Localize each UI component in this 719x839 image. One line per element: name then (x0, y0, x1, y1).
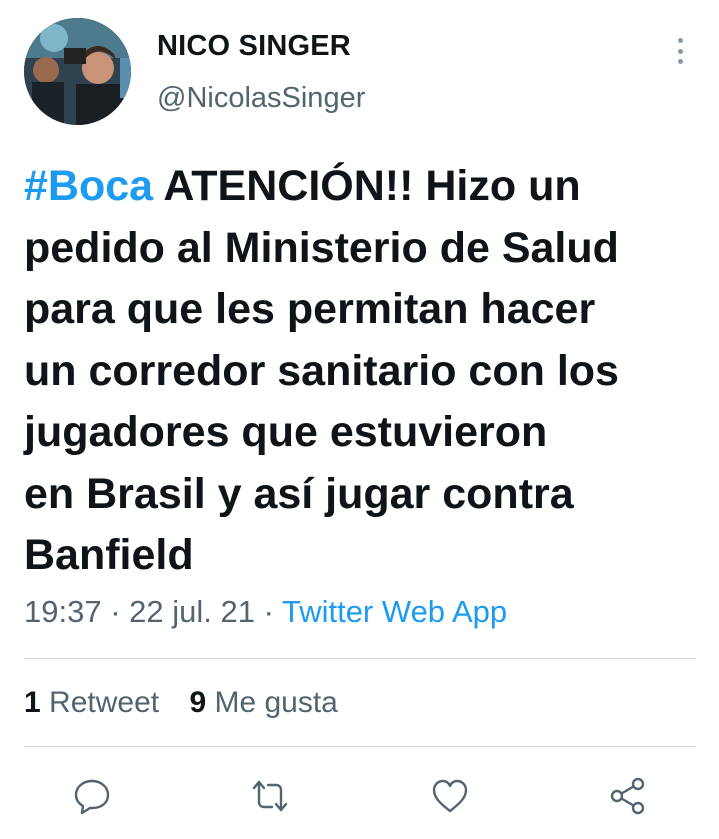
reply-button[interactable] (72, 776, 112, 816)
share-icon (610, 777, 645, 815)
avatar[interactable] (24, 18, 131, 125)
retweets-count: 1 (24, 686, 41, 719)
retweet-icon (252, 780, 288, 812)
retweets-label: Retweet (49, 686, 160, 719)
tweet-line-5: jugadores que estuvieron (24, 408, 548, 456)
meta-separator: · (101, 594, 130, 629)
likes-label: Me gusta (214, 686, 338, 719)
like-button[interactable] (430, 776, 470, 816)
more-dot (677, 48, 683, 54)
tweet-stats: 1 Retweet 9 Me gusta (24, 686, 360, 720)
author-name[interactable]: NICO SINGER (157, 30, 351, 63)
likes-count: 9 (189, 686, 207, 719)
heart-icon (432, 779, 468, 813)
tweet-line-7: Banfield (24, 531, 194, 579)
retweet-button[interactable] (250, 776, 290, 816)
meta-separator: · (254, 594, 282, 629)
tweet-line-1: #Boca ATENCIÓN!! Hizo un (24, 156, 704, 218)
tweet-line-6: en Brasil y así jugar contra (24, 469, 574, 518)
tweet-time[interactable]: 19:37 (24, 594, 102, 629)
hashtag-link[interactable]: #Boca (24, 162, 153, 210)
tweet-meta: 19:37 · 22 jul. 21 · Twitter Web App (24, 594, 507, 630)
tweet-line-text: ATENCIÓN!! Hizo un (153, 162, 581, 210)
tweet-text: #Boca ATENCIÓN!! Hizo un pedido al Minis… (24, 156, 704, 587)
author-handle[interactable]: @NicolasSinger (157, 82, 365, 115)
more-options-button[interactable] (666, 34, 694, 68)
likes-stat[interactable]: 9 Me gusta (189, 686, 337, 719)
reply-icon (74, 779, 110, 815)
action-bar (0, 776, 719, 816)
tweet-line-2: pedido al Ministerio de Salud (24, 223, 619, 272)
tweet-source-link[interactable]: Twitter Web App (282, 594, 507, 629)
more-dot (677, 59, 683, 64)
avatar-photo (24, 18, 131, 125)
divider (24, 658, 696, 659)
tweet-date[interactable]: 22 jul. 21 (129, 594, 255, 629)
tweet-line-4: un corredor sanitario con los (24, 346, 619, 395)
more-vertical-icon (677, 38, 683, 43)
retweets-stat[interactable]: 1 Retweet (24, 686, 159, 719)
tweet-line-3: para que les permitan hacer (24, 285, 596, 333)
divider (24, 746, 696, 747)
share-button[interactable] (608, 776, 648, 816)
